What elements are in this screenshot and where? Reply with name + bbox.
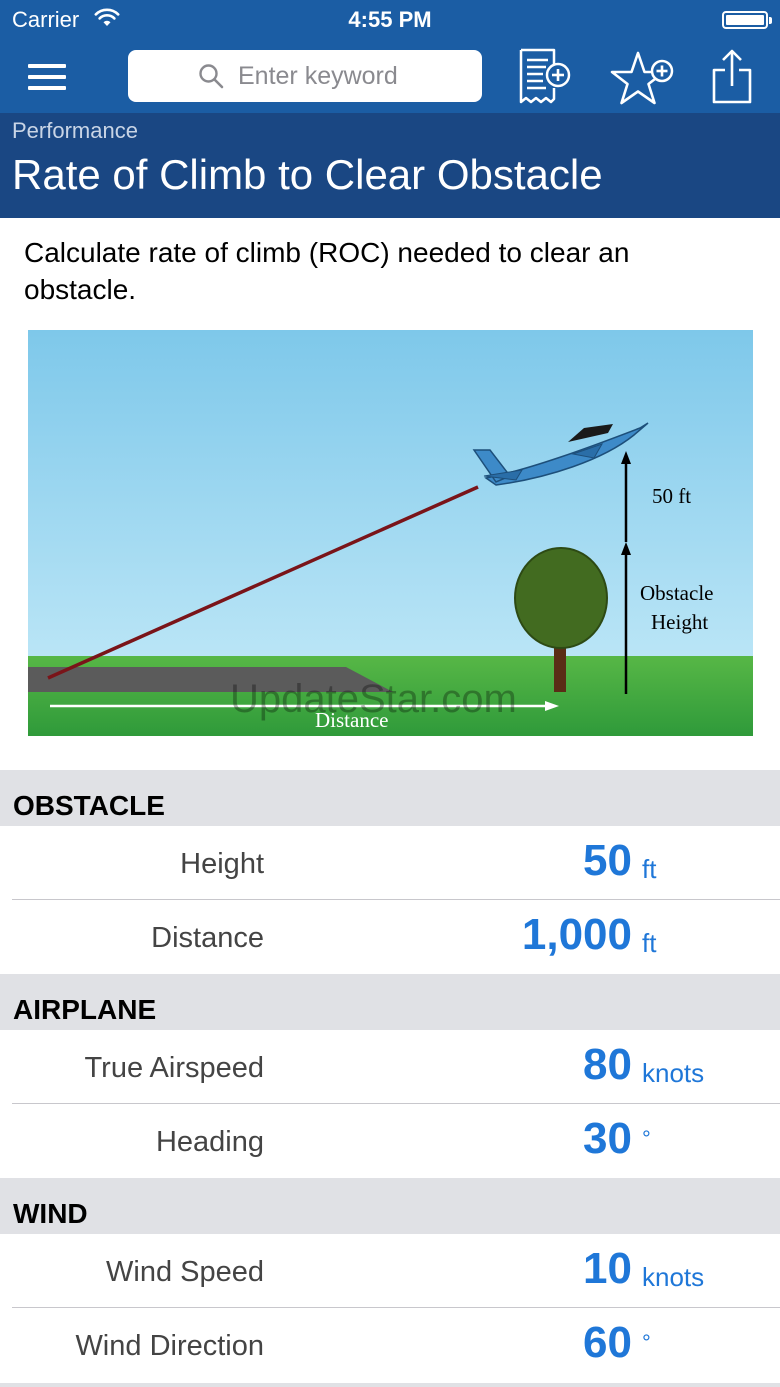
wind-direction-value[interactable]: 60 [583, 1318, 632, 1368]
search-input[interactable]: Enter keyword [128, 50, 482, 102]
field-label: Wind Speed [106, 1256, 264, 1288]
field-label: True Airspeed [84, 1052, 264, 1084]
section-airplane: AIRPLANE [0, 974, 780, 1030]
true-airspeed-row[interactable]: True Airspeed 80 knots [0, 1030, 780, 1104]
share-icon[interactable] [708, 46, 756, 110]
section-wind: WIND [0, 1178, 780, 1234]
section-title: OBSTACLE [13, 790, 165, 821]
field-label: Wind Direction [75, 1330, 264, 1362]
obstacle-climb-diagram: 50 ft Obstacle Height Distance UpdateSta… [28, 330, 753, 736]
unit-label: knots [642, 1058, 705, 1088]
unit-label: knots [642, 1262, 705, 1292]
field-label: Distance [151, 922, 264, 954]
search-placeholder: Enter keyword [238, 62, 398, 90]
add-favorite-icon[interactable] [606, 46, 676, 110]
watermark: UpdateStar.com [230, 677, 517, 721]
true-airspeed-value[interactable]: 80 [583, 1040, 632, 1090]
field-label: Height [180, 848, 264, 880]
height-value[interactable]: 50 [583, 836, 632, 886]
page-description: Calculate rate of climb (ROC) needed to … [24, 237, 630, 305]
section-title: AIRPLANE [13, 994, 157, 1025]
clock: 4:55 PM [348, 7, 432, 32]
unit-label: ° [642, 1330, 651, 1355]
field-label: Heading [155, 1126, 264, 1158]
page-header: Performance Rate of Climb to Clear Obsta… [0, 113, 780, 218]
section-obstacle: OBSTACLE [0, 770, 780, 826]
unit-label: ft [642, 854, 657, 884]
search-icon [199, 64, 224, 89]
unit-label: ft [642, 928, 657, 958]
navigation-bar: Enter keyword [0, 40, 780, 113]
wind-direction-row[interactable]: Wind Direction 60 ° [0, 1308, 780, 1382]
bottom-section-edge [0, 1383, 780, 1387]
label-50ft: 50 ft [652, 484, 691, 508]
tree [514, 547, 608, 649]
menu-icon[interactable] [28, 64, 66, 90]
add-note-icon[interactable] [516, 46, 574, 110]
label-obstacle: Obstacle [640, 581, 713, 605]
wind-speed-row[interactable]: Wind Speed 10 knots [0, 1234, 780, 1308]
heading-row[interactable]: Heading 30 ° [0, 1104, 780, 1178]
heading-value[interactable]: 30 [583, 1114, 632, 1164]
distance-row[interactable]: Distance 1,000 ft [0, 900, 780, 974]
unit-label: ° [642, 1126, 651, 1151]
battery-icon [722, 11, 772, 29]
status-bar: Carrier 4:55 PM [0, 0, 780, 40]
label-height: Height [651, 610, 708, 634]
height-row[interactable]: Height 50 ft [0, 826, 780, 900]
distance-value[interactable]: 1,000 [522, 910, 632, 960]
breadcrumb: Performance [12, 118, 138, 143]
section-title: WIND [13, 1198, 88, 1229]
wind-speed-value[interactable]: 10 [583, 1244, 632, 1294]
page-title: Rate of Climb to Clear Obstacle [12, 151, 603, 198]
